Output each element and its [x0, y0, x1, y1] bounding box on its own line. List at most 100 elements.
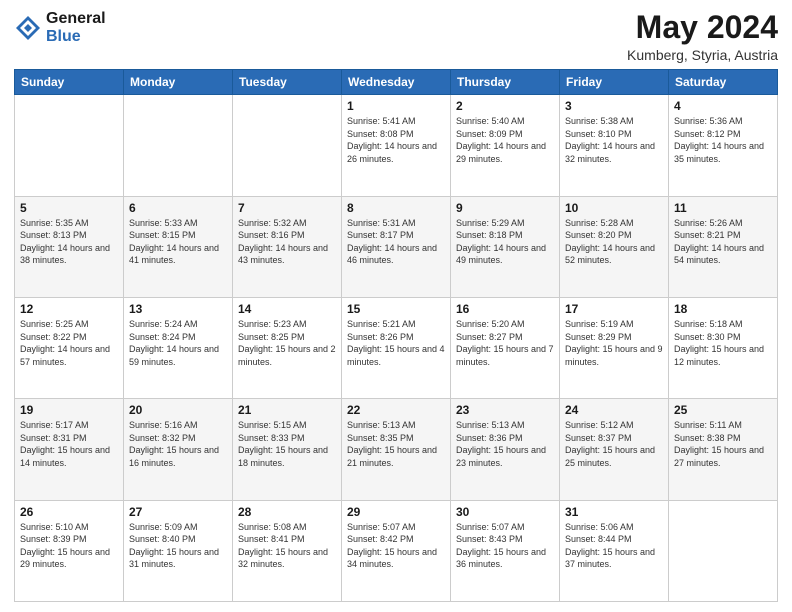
day-number: 20: [129, 403, 227, 417]
day-number: 14: [238, 302, 336, 316]
header-monday: Monday: [124, 70, 233, 95]
day-info: Sunrise: 5:16 AM Sunset: 8:32 PM Dayligh…: [129, 419, 227, 469]
day-info: Sunrise: 5:08 AM Sunset: 8:41 PM Dayligh…: [238, 521, 336, 571]
day-cell: 14 Sunrise: 5:23 AM Sunset: 8:25 PM Dayli…: [233, 297, 342, 398]
day-number: 21: [238, 403, 336, 417]
day-info: Sunrise: 5:31 AM Sunset: 8:17 PM Dayligh…: [347, 217, 445, 267]
day-number: 16: [456, 302, 554, 316]
day-cell: 1 Sunrise: 5:41 AM Sunset: 8:08 PM Daylig…: [342, 95, 451, 196]
header-saturday: Saturday: [669, 70, 778, 95]
day-number: 5: [20, 201, 118, 215]
day-cell: 21 Sunrise: 5:15 AM Sunset: 8:33 PM Dayli…: [233, 399, 342, 500]
day-cell: [669, 500, 778, 601]
day-cell: 25 Sunrise: 5:11 AM Sunset: 8:38 PM Dayli…: [669, 399, 778, 500]
subtitle: Kumberg, Styria, Austria: [627, 47, 778, 63]
header-row: SundayMondayTuesdayWednesdayThursdayFrid…: [15, 70, 778, 95]
day-number: 28: [238, 505, 336, 519]
day-number: 29: [347, 505, 445, 519]
day-number: 7: [238, 201, 336, 215]
day-cell: 13 Sunrise: 5:24 AM Sunset: 8:24 PM Dayli…: [124, 297, 233, 398]
header-friday: Friday: [560, 70, 669, 95]
day-cell: 30 Sunrise: 5:07 AM Sunset: 8:43 PM Dayli…: [451, 500, 560, 601]
day-cell: 26Sunrise: 5:10 AM Sunset: 8:39 PM Dayli…: [15, 500, 124, 601]
day-number: 30: [456, 505, 554, 519]
page: General Blue May 2024 Kumberg, Styria, A…: [0, 0, 792, 612]
day-number: 27: [129, 505, 227, 519]
day-number: 19: [20, 403, 118, 417]
day-info: Sunrise: 5:40 AM Sunset: 8:09 PM Dayligh…: [456, 115, 554, 165]
main-title: May 2024: [627, 10, 778, 45]
header-sunday: Sunday: [15, 70, 124, 95]
day-cell: 11Sunrise: 5:26 AM Sunset: 8:21 PM Dayli…: [669, 196, 778, 297]
day-info: Sunrise: 5:07 AM Sunset: 8:43 PM Dayligh…: [456, 521, 554, 571]
day-cell: 24 Sunrise: 5:12 AM Sunset: 8:37 PM Dayli…: [560, 399, 669, 500]
day-cell: 19 Sunrise: 5:17 AM Sunset: 8:31 PM Dayli…: [15, 399, 124, 500]
day-info: Sunrise: 5:38 AM Sunset: 8:10 PM Dayligh…: [565, 115, 663, 165]
day-number: 24: [565, 403, 663, 417]
day-cell: 2 Sunrise: 5:40 AM Sunset: 8:09 PM Daylig…: [451, 95, 560, 196]
day-cell: 27 Sunrise: 5:09 AM Sunset: 8:40 PM Dayli…: [124, 500, 233, 601]
day-number: 9: [456, 201, 554, 215]
week-row-4: 26Sunrise: 5:10 AM Sunset: 8:39 PM Dayli…: [15, 500, 778, 601]
day-number: 13: [129, 302, 227, 316]
logo-icon: [14, 14, 42, 42]
header-tuesday: Tuesday: [233, 70, 342, 95]
day-number: 12: [20, 302, 118, 316]
day-cell: 28 Sunrise: 5:08 AM Sunset: 8:41 PM Dayli…: [233, 500, 342, 601]
day-info: Sunrise: 5:28 AM Sunset: 8:20 PM Dayligh…: [565, 217, 663, 267]
day-cell: 10 Sunrise: 5:28 AM Sunset: 8:20 PM Dayli…: [560, 196, 669, 297]
day-cell: 6Sunrise: 5:33 AM Sunset: 8:15 PM Daylig…: [124, 196, 233, 297]
day-info: Sunrise: 5:41 AM Sunset: 8:08 PM Dayligh…: [347, 115, 445, 165]
day-info: Sunrise: 5:17 AM Sunset: 8:31 PM Dayligh…: [20, 419, 118, 469]
week-row-2: 12 Sunrise: 5:25 AM Sunset: 8:22 PM Dayli…: [15, 297, 778, 398]
day-cell: 5 Sunrise: 5:35 AM Sunset: 8:13 PM Daylig…: [15, 196, 124, 297]
day-info: Sunrise: 5:36 AM Sunset: 8:12 PM Dayligh…: [674, 115, 772, 165]
day-info: Sunrise: 5:19 AM Sunset: 8:29 PM Dayligh…: [565, 318, 663, 368]
day-number: 1: [347, 99, 445, 113]
day-info: Sunrise: 5:13 AM Sunset: 8:35 PM Dayligh…: [347, 419, 445, 469]
day-info: Sunrise: 5:24 AM Sunset: 8:24 PM Dayligh…: [129, 318, 227, 368]
day-info: Sunrise: 5:32 AM Sunset: 8:16 PM Dayligh…: [238, 217, 336, 267]
calendar-table: SundayMondayTuesdayWednesdayThursdayFrid…: [14, 69, 778, 602]
day-cell: 8Sunrise: 5:31 AM Sunset: 8:17 PM Daylig…: [342, 196, 451, 297]
day-cell: 16Sunrise: 5:20 AM Sunset: 8:27 PM Dayli…: [451, 297, 560, 398]
day-cell: 20 Sunrise: 5:16 AM Sunset: 8:32 PM Dayli…: [124, 399, 233, 500]
day-number: 17: [565, 302, 663, 316]
title-block: May 2024 Kumberg, Styria, Austria: [627, 10, 778, 63]
day-info: Sunrise: 5:09 AM Sunset: 8:40 PM Dayligh…: [129, 521, 227, 571]
day-info: Sunrise: 5:35 AM Sunset: 8:13 PM Dayligh…: [20, 217, 118, 267]
logo-text: General Blue: [46, 10, 106, 46]
day-cell: 31Sunrise: 5:06 AM Sunset: 8:44 PM Dayli…: [560, 500, 669, 601]
day-cell: 23Sunrise: 5:13 AM Sunset: 8:36 PM Dayli…: [451, 399, 560, 500]
day-cell: 4Sunrise: 5:36 AM Sunset: 8:12 PM Daylig…: [669, 95, 778, 196]
day-cell: [124, 95, 233, 196]
day-info: Sunrise: 5:11 AM Sunset: 8:38 PM Dayligh…: [674, 419, 772, 469]
week-row-1: 5 Sunrise: 5:35 AM Sunset: 8:13 PM Daylig…: [15, 196, 778, 297]
day-info: Sunrise: 5:25 AM Sunset: 8:22 PM Dayligh…: [20, 318, 118, 368]
day-number: 3: [565, 99, 663, 113]
day-cell: 29 Sunrise: 5:07 AM Sunset: 8:42 PM Dayli…: [342, 500, 451, 601]
day-number: 2: [456, 99, 554, 113]
header-thursday: Thursday: [451, 70, 560, 95]
day-cell: [233, 95, 342, 196]
day-number: 10: [565, 201, 663, 215]
day-info: Sunrise: 5:21 AM Sunset: 8:26 PM Dayligh…: [347, 318, 445, 368]
day-info: Sunrise: 5:10 AM Sunset: 8:39 PM Dayligh…: [20, 521, 118, 571]
day-cell: 17 Sunrise: 5:19 AM Sunset: 8:29 PM Dayli…: [560, 297, 669, 398]
day-cell: 18Sunrise: 5:18 AM Sunset: 8:30 PM Dayli…: [669, 297, 778, 398]
day-info: Sunrise: 5:23 AM Sunset: 8:25 PM Dayligh…: [238, 318, 336, 368]
day-info: Sunrise: 5:15 AM Sunset: 8:33 PM Dayligh…: [238, 419, 336, 469]
day-cell: 12 Sunrise: 5:25 AM Sunset: 8:22 PM Dayli…: [15, 297, 124, 398]
day-info: Sunrise: 5:07 AM Sunset: 8:42 PM Dayligh…: [347, 521, 445, 571]
week-row-0: 1 Sunrise: 5:41 AM Sunset: 8:08 PM Daylig…: [15, 95, 778, 196]
day-cell: 3 Sunrise: 5:38 AM Sunset: 8:10 PM Daylig…: [560, 95, 669, 196]
day-number: 18: [674, 302, 772, 316]
day-info: Sunrise: 5:06 AM Sunset: 8:44 PM Dayligh…: [565, 521, 663, 571]
day-cell: 15Sunrise: 5:21 AM Sunset: 8:26 PM Dayli…: [342, 297, 451, 398]
day-info: Sunrise: 5:29 AM Sunset: 8:18 PM Dayligh…: [456, 217, 554, 267]
week-row-3: 19 Sunrise: 5:17 AM Sunset: 8:31 PM Dayli…: [15, 399, 778, 500]
day-info: Sunrise: 5:12 AM Sunset: 8:37 PM Dayligh…: [565, 419, 663, 469]
day-cell: 9 Sunrise: 5:29 AM Sunset: 8:18 PM Daylig…: [451, 196, 560, 297]
day-number: 11: [674, 201, 772, 215]
day-number: 25: [674, 403, 772, 417]
